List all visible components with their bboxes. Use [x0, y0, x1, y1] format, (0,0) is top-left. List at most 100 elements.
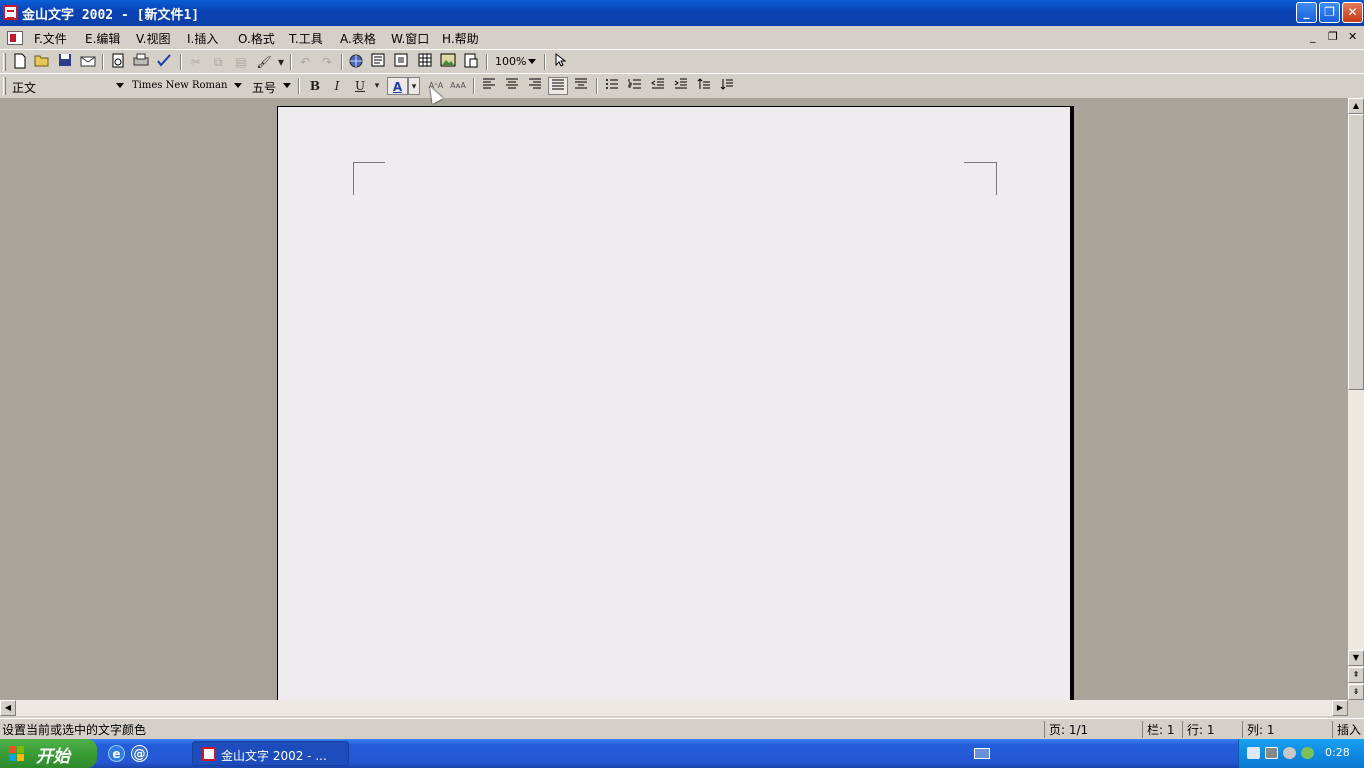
menu-format[interactable]: O.格式 [238, 30, 275, 47]
increase-paragraph-spacing-icon[interactable] [695, 77, 713, 95]
document-icon[interactable] [7, 31, 23, 45]
textbox-icon[interactable] [369, 53, 387, 71]
format-painter-icon[interactable]: 🖌 [255, 53, 273, 71]
margin-corner-top-right [964, 162, 997, 195]
decrease-paragraph-spacing-icon[interactable] [718, 77, 736, 95]
spellcheck-icon[interactable] [155, 53, 173, 71]
zoom-select[interactable]: 100% [492, 52, 538, 71]
scroll-up-button[interactable]: ▲ [1348, 98, 1364, 114]
bullet-list-icon[interactable] [603, 77, 621, 95]
browser-icon[interactable]: @ [131, 745, 148, 762]
toolbar-separator [544, 54, 546, 70]
send-icon[interactable] [79, 53, 97, 71]
scroll-right-button[interactable]: ▶ [1332, 700, 1348, 716]
title-bar[interactable]: 金山文字 2002 - [新文件1] _ ❐ ✕ [0, 0, 1364, 26]
status-column-section: 栏: 1 [1142, 721, 1182, 738]
horizontal-scrollbar[interactable]: ◀ ▶ [0, 700, 1348, 716]
menu-edit[interactable]: E.编辑 [85, 30, 120, 47]
open-folder-icon[interactable] [33, 53, 51, 71]
close-button[interactable]: ✕ [1342, 2, 1363, 23]
taskbar-item-kingsoft-writer[interactable]: 金山文字 2002 - ... [192, 741, 349, 766]
margin-corner-top-left [353, 162, 385, 195]
mdi-close-button[interactable]: ✕ [1348, 30, 1357, 43]
status-message: 设置当前或选中的文字颜色 [2, 723, 147, 737]
scroll-down-button[interactable]: ▼ [1348, 650, 1364, 666]
cut-icon[interactable]: ✂ [187, 53, 205, 71]
picture-icon[interactable] [439, 53, 457, 71]
minimize-button[interactable]: _ [1296, 2, 1317, 23]
vmware-icon[interactable] [1265, 747, 1278, 759]
menu-insert[interactable]: I.插入 [187, 30, 218, 47]
start-button[interactable]: 开始 [0, 739, 97, 768]
toolbar-grip[interactable] [3, 77, 6, 95]
undo-icon[interactable]: ↶ [296, 53, 314, 71]
restore-button[interactable]: ❐ [1319, 2, 1340, 23]
clock[interactable]: 0:28 [1325, 746, 1350, 759]
menu-table[interactable]: A.表格 [340, 30, 376, 47]
hyperlink-icon[interactable] [347, 53, 365, 71]
toolbar-separator [180, 54, 182, 70]
italic-button[interactable]: I [328, 77, 346, 95]
print-preview-icon[interactable] [109, 53, 127, 71]
numbered-list-icon[interactable] [626, 77, 644, 95]
underline-button[interactable]: U [351, 77, 369, 95]
network-icon[interactable] [1247, 747, 1260, 759]
increase-indent-icon[interactable] [672, 77, 690, 95]
redo-icon[interactable]: ↷ [318, 53, 336, 71]
decrease-indent-icon[interactable] [649, 77, 667, 95]
table-icon[interactable] [416, 53, 434, 71]
next-page-button[interactable]: ⇟ [1348, 684, 1364, 700]
windows-logo-icon [9, 746, 25, 762]
status-line: 行: 1 [1182, 721, 1242, 738]
vertical-scrollbar[interactable]: ▲ ▼ ⇞ ⇟ [1348, 98, 1364, 700]
align-right-icon[interactable] [526, 77, 544, 95]
status-insert-mode[interactable]: 插入 [1332, 721, 1364, 738]
format-painter-dropdown[interactable]: ▾ [276, 53, 286, 71]
paste-icon[interactable]: ▤ [232, 53, 250, 71]
menu-view[interactable]: V.视图 [136, 30, 170, 47]
frame-icon[interactable] [392, 53, 410, 71]
print-icon[interactable] [132, 53, 150, 71]
font-select[interactable]: Times New Roman [129, 76, 244, 95]
menu-window[interactable]: W.窗口 [391, 30, 429, 47]
justify-icon[interactable] [548, 77, 568, 95]
mdi-minimize-button[interactable]: _ [1310, 30, 1316, 43]
font-color-button[interactable]: A [387, 77, 408, 95]
underline-dropdown[interactable]: ▾ [372, 77, 382, 95]
align-left-icon[interactable] [480, 77, 498, 95]
previous-page-button[interactable]: ⇞ [1348, 667, 1364, 683]
font-color-dropdown[interactable]: ▾ [408, 77, 420, 95]
keyboard-icon[interactable] [974, 748, 990, 759]
save-icon[interactable] [56, 53, 74, 71]
status-bar: 设置当前或选中的文字颜色 页: 1/1 栏: 1 行: 1 列: 1 插入 [0, 718, 1364, 739]
toolbar-grip[interactable] [3, 53, 6, 71]
bold-button[interactable]: B [306, 77, 324, 95]
style-select[interactable]: 正文 [9, 76, 126, 95]
security-icon[interactable] [1301, 747, 1314, 759]
document-workspace[interactable] [0, 98, 1348, 700]
app-icon[interactable] [3, 5, 18, 20]
standard-toolbar: ✂ ⧉ ▤ 🖌 ▾ ↶ ↷ 100% [0, 49, 1364, 73]
subscript-button[interactable]: AᴀA [448, 77, 468, 95]
font-size-select[interactable]: 五号 [249, 76, 293, 95]
volume-icon[interactable] [1283, 747, 1296, 759]
window-title: 金山文字 2002 - [新文件1] [22, 8, 200, 23]
mdi-restore-button[interactable]: ❐ [1328, 30, 1338, 43]
internet-explorer-icon[interactable]: e [108, 745, 125, 762]
menu-help[interactable]: H.帮助 [442, 30, 479, 47]
menu-file[interactable]: F.文件 [34, 30, 67, 47]
document-page[interactable] [277, 106, 1071, 700]
vertical-scroll-thumb[interactable] [1348, 114, 1364, 390]
menu-tools[interactable]: T.工具 [289, 30, 323, 47]
distribute-icon[interactable] [572, 77, 590, 95]
copy-icon[interactable]: ⧉ [209, 53, 227, 71]
toolbar-separator [298, 78, 300, 94]
system-tray: 0:28 [1238, 739, 1364, 768]
object-icon[interactable] [462, 53, 480, 71]
menu-bar: F.文件 E.编辑 V.视图 I.插入 O.格式 T.工具 A.表格 W.窗口 … [0, 27, 1364, 49]
taskbar: 开始 e @ 金山文字 2002 - ... 0:28 [0, 739, 1364, 768]
new-document-icon[interactable] [11, 53, 29, 71]
select-arrow-icon[interactable] [551, 52, 569, 71]
align-center-icon[interactable] [503, 77, 521, 95]
scroll-left-button[interactable]: ◀ [0, 700, 16, 716]
